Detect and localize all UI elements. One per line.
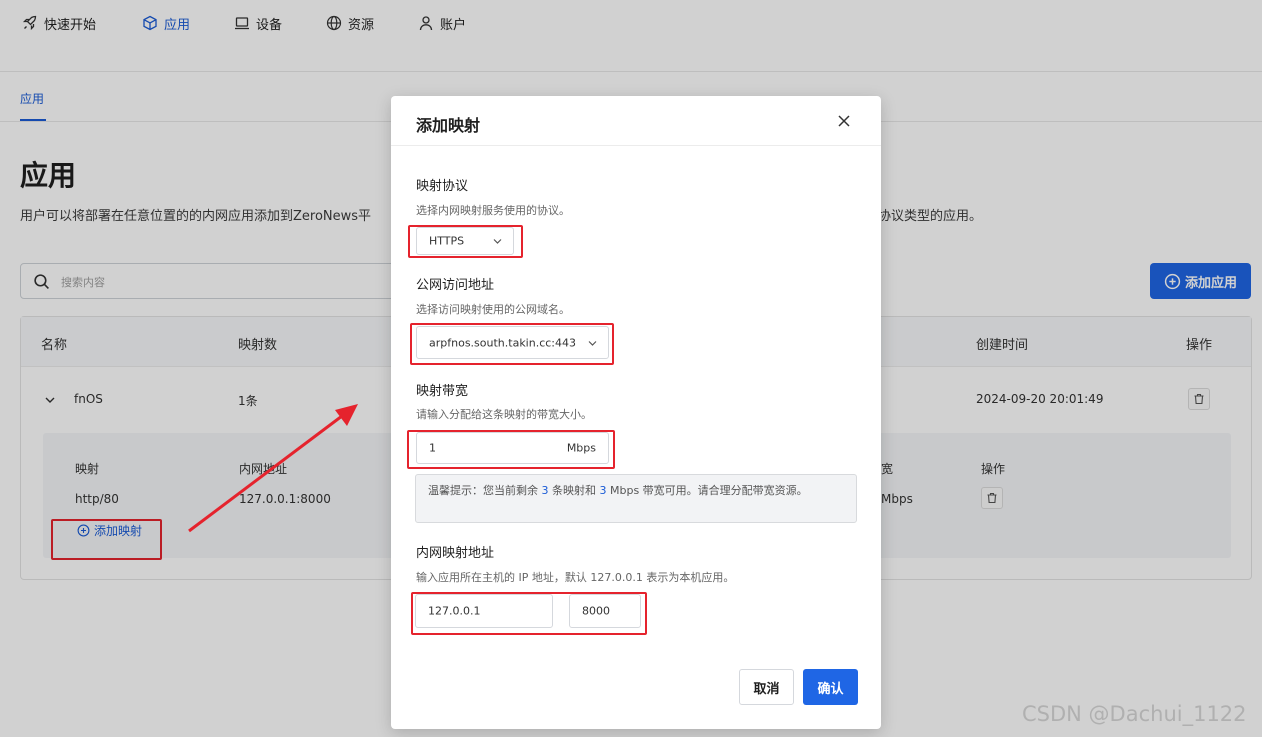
domain-desc: 选择访问映射使用的公网域名。: [416, 303, 570, 316]
dialog-divider: [391, 145, 881, 146]
annotation-box-protocol: [408, 225, 523, 258]
confirm-button[interactable]: 确认: [803, 669, 858, 705]
annotation-box-bandwidth: [407, 430, 615, 469]
dialog-title: 添加映射: [416, 116, 481, 135]
annotation-box-domain: [410, 323, 614, 365]
internal-label: 内网映射地址: [416, 546, 495, 561]
tip-remaining-mappings: 3: [541, 484, 549, 497]
annotation-box-internal: [411, 592, 647, 635]
close-icon[interactable]: [835, 112, 853, 130]
watermark: CSDN @Dachui_1122: [1022, 702, 1247, 726]
tip-remaining-bandwidth: 3: [599, 484, 607, 497]
bandwidth-tip: 温馨提示：您当前剩余 3 条映射和 3 Mbps 带宽可用。请合理分配带宽资源。: [415, 474, 857, 523]
bandwidth-desc: 请输入分配给这条映射的带宽大小。: [416, 408, 592, 421]
protocol-desc: 选择内网映射服务使用的协议。: [416, 204, 570, 217]
domain-label: 公网访问地址: [416, 278, 495, 293]
protocol-label: 映射协议: [416, 179, 469, 194]
bandwidth-label: 映射带宽: [416, 384, 469, 399]
tip-suffix: Mbps 带宽可用。请合理分配带宽资源。: [610, 484, 808, 497]
tip-prefix: 温馨提示：您当前剩余: [428, 484, 538, 497]
tip-mid: 条映射和: [552, 484, 596, 497]
internal-desc: 输入应用所在主机的 IP 地址，默认 127.0.0.1 表示为本机应用。: [416, 571, 735, 584]
cancel-button[interactable]: 取消: [739, 669, 794, 705]
